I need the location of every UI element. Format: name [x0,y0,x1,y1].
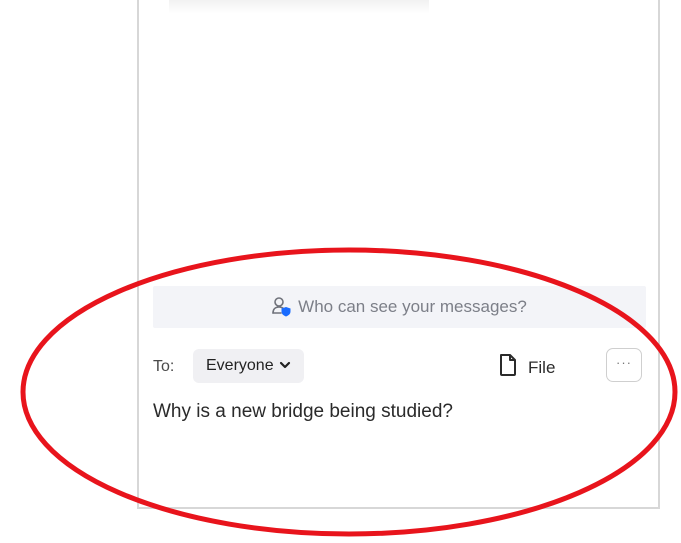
more-options-button[interactable]: ··· [606,348,642,382]
recipient-value: Everyone [206,357,274,374]
compose-toolbar: To: Everyone File ··· [153,348,646,386]
person-shield-icon [272,296,292,318]
chevron-down-icon [279,357,291,375]
message-visibility-info[interactable]: Who can see your messages? [153,286,646,328]
recipient-dropdown[interactable]: Everyone [193,349,304,383]
file-label: File [528,357,556,377]
panel-top-edge [169,0,429,14]
file-icon [498,353,518,382]
to-label: To: [153,358,175,375]
screenshot-stage: Who can see your messages? To: Everyone [0,0,681,543]
message-input[interactable]: Why is a new bridge being studied? [153,398,633,426]
file-button[interactable]: File [498,353,555,382]
visibility-prompt-text: Who can see your messages? [298,297,527,316]
more-horizontal-icon: ··· [616,354,632,370]
chat-panel: Who can see your messages? To: Everyone [137,0,660,509]
